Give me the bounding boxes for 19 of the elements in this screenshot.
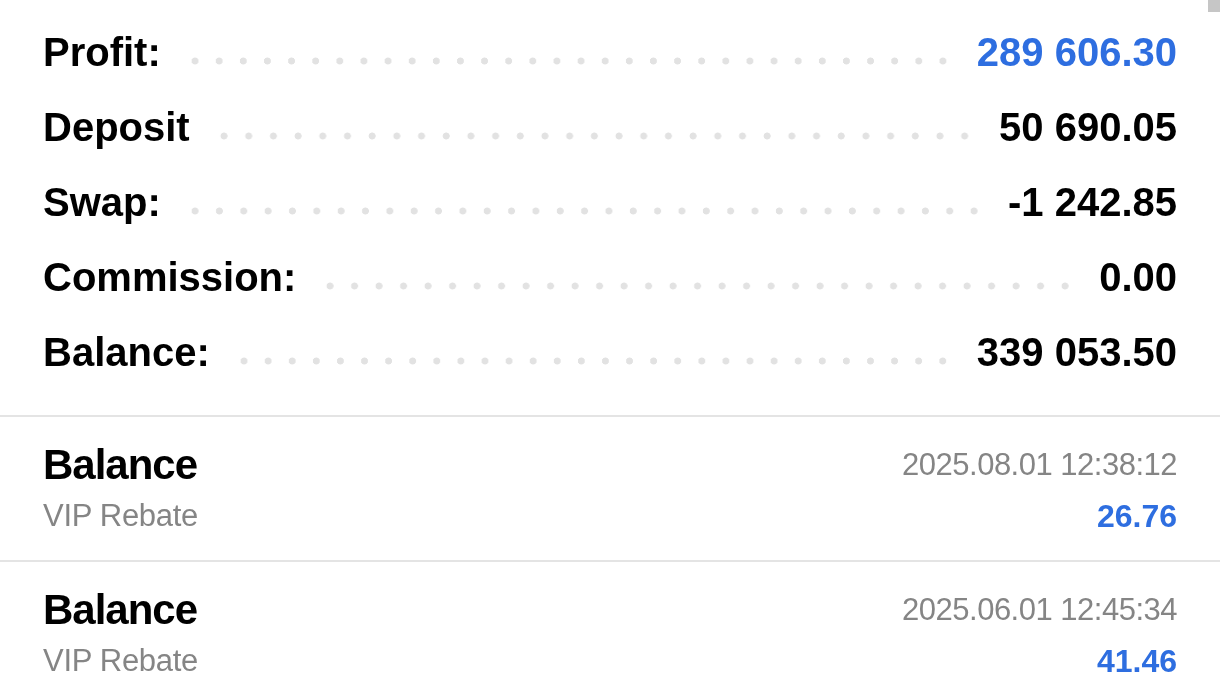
transaction-date: 2025.06.01 12:45:34 (902, 592, 1177, 628)
summary-value: 0.00 (1099, 255, 1177, 300)
transaction-comment: VIP Rebate (43, 498, 198, 534)
transaction-date: 2025.08.01 12:38:12 (902, 447, 1177, 483)
summary-label: Profit: (43, 30, 161, 75)
scrollbar-thumb[interactable] (1208, 0, 1220, 12)
summary-value: 50 690.05 (999, 105, 1177, 150)
transaction-type: Balance (43, 441, 198, 489)
summary-label: Commission: (43, 255, 297, 300)
transaction-type: Balance (43, 586, 198, 634)
summary-label: Balance: (43, 330, 210, 375)
summary-value: -1 242.85 (1007, 180, 1177, 225)
summary-value: 339 053.50 (976, 330, 1177, 375)
summary-label: Swap: (43, 180, 161, 225)
transaction-amount: 41.46 (1096, 642, 1177, 680)
summary-value: 289 606.30 (976, 30, 1177, 75)
transaction-amount: 26.76 (1096, 497, 1177, 535)
summary-label: Deposit (43, 105, 190, 150)
transaction-comment: VIP Rebate (43, 643, 198, 679)
